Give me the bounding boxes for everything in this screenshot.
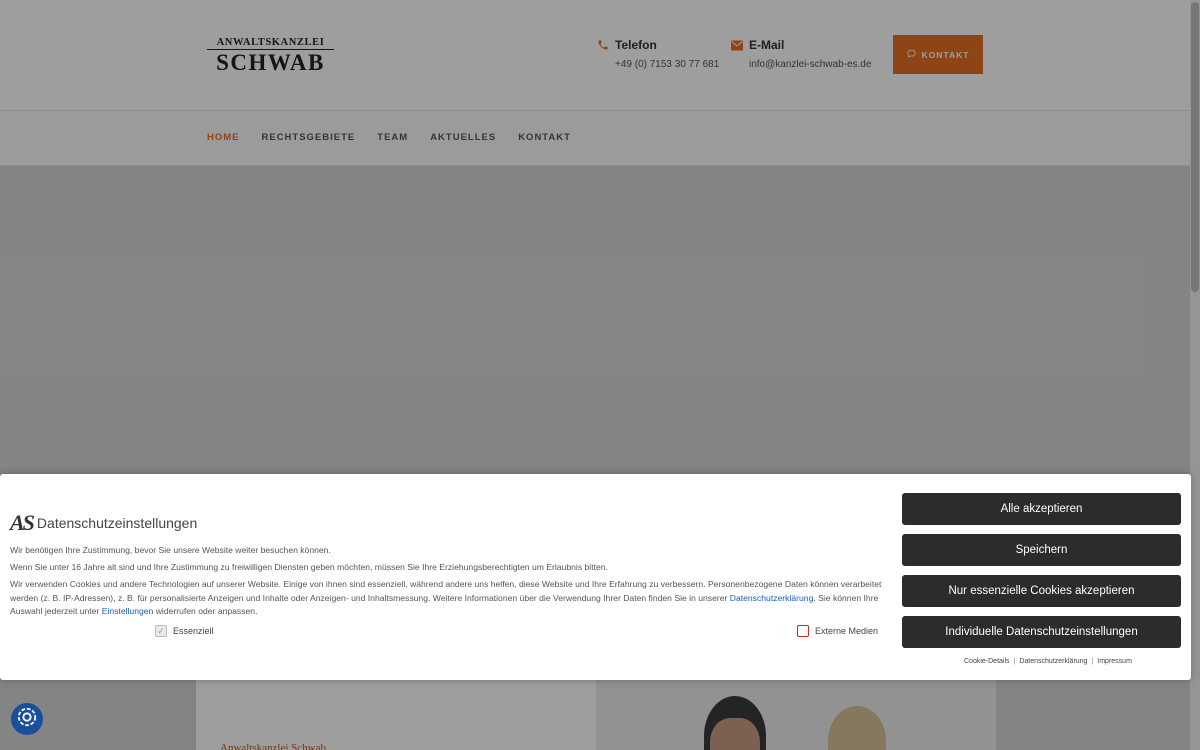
cookie-text-consent: Wir benötigen Ihre Zustimmung, bevor Sie… <box>10 545 331 555</box>
privacy-policy-link[interactable]: Datenschutzerklärung <box>730 593 814 603</box>
cookie-text-age: Wenn Sie unter 16 Jahre alt sind und Ihr… <box>10 562 608 572</box>
imprint-link[interactable]: Impressum <box>1097 658 1132 665</box>
privacy-footer-link[interactable]: Datenschutzerklärung <box>1019 658 1087 665</box>
checkmark-icon: ✓ <box>155 625 167 637</box>
save-button[interactable]: Speichern <box>902 534 1181 566</box>
cookie-header: AS Datenschutzeinstellungen <box>10 510 197 536</box>
cookie-text-details-c: widerrufen oder anpassen. <box>153 606 258 616</box>
cookie-footer-links: Cookie-Details | Datenschutzerklärung | … <box>964 658 1132 665</box>
cookie-text-details: Wir verwenden Cookies und andere Technol… <box>10 578 890 619</box>
checkbox-external-media[interactable]: Externe Medien <box>797 625 878 637</box>
accept-all-button[interactable]: Alle akzeptieren <box>902 493 1181 525</box>
settings-link[interactable]: Einstellungen <box>102 606 154 616</box>
link-separator: | <box>1091 658 1094 665</box>
checkbox-empty-icon <box>797 625 809 637</box>
checkbox-essential[interactable]: ✓ Essenziell <box>155 625 214 637</box>
fingerprint-icon <box>16 706 38 733</box>
link-separator: | <box>1013 658 1016 665</box>
checkbox-external-media-label: Externe Medien <box>815 626 879 636</box>
cookie-consent-dialog: AS Datenschutzeinstellungen Wir benötige… <box>0 474 1191 680</box>
brand-logo-icon: AS <box>10 510 35 535</box>
accept-essential-only-button[interactable]: Nur essenzielle Cookies akzeptieren <box>902 575 1181 607</box>
cookie-title: Datenschutzeinstellungen <box>36 515 198 531</box>
checkbox-essential-label: Essenziell <box>173 626 214 636</box>
cookie-details-link[interactable]: Cookie-Details <box>964 658 1010 665</box>
individual-settings-button[interactable]: Individuelle Datenschutzeinstellungen <box>902 616 1181 648</box>
privacy-settings-badge[interactable] <box>11 703 43 735</box>
